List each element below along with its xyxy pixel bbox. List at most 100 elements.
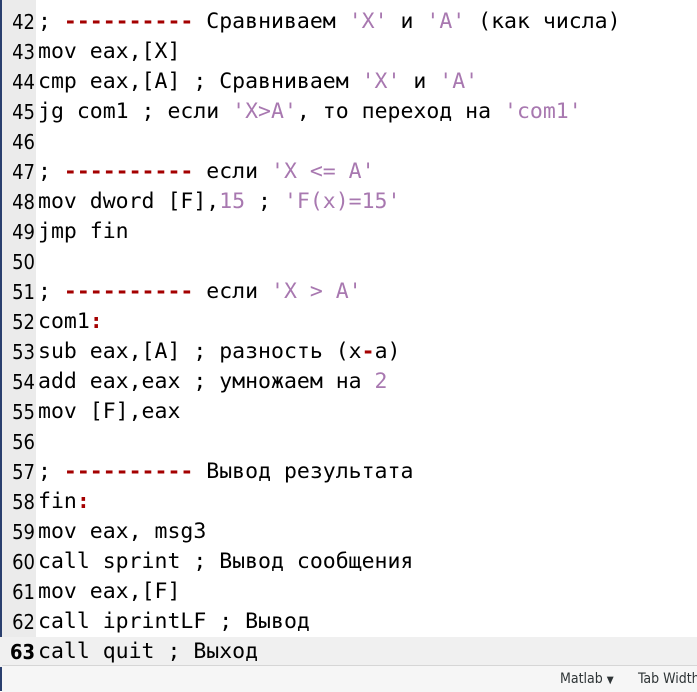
code-token: com1 xyxy=(38,309,90,334)
code-text: ; ---------- если 'X > A' xyxy=(38,277,362,307)
code-line[interactable]: 42; ---------- Сравниваем 'X' и 'A' (как… xyxy=(0,7,697,37)
line-number: 44 xyxy=(12,70,35,94)
code-token: call iprintLF ; Вывод xyxy=(38,609,310,634)
code-line[interactable]: 54 add eax,eax ; умножаем на 2 xyxy=(0,367,697,397)
code-line[interactable]: 50 xyxy=(0,247,697,277)
code-line[interactable]: 45 jg com1 ; если 'X>A', то переход на 'c… xyxy=(0,97,697,127)
code-token: a) xyxy=(374,339,401,364)
code-token: и xyxy=(400,69,440,94)
code-text: com1: xyxy=(38,307,103,337)
string-token: 'X' xyxy=(361,69,401,94)
line-number: 42 xyxy=(12,10,35,34)
code-text: ; ---------- если 'X <= A' xyxy=(38,157,375,187)
code-token: mov eax,[F] xyxy=(38,579,181,604)
code-token: Вывод результата xyxy=(193,459,414,484)
string-token: 'X > A' xyxy=(271,279,362,304)
code-text: jmp fin xyxy=(38,217,129,247)
code-text: ; ---------- Сравниваем 'X' и 'A' (как ч… xyxy=(38,7,621,37)
line-number: 58 xyxy=(12,490,35,514)
language-selector[interactable]: Matlab ▼ xyxy=(560,671,614,687)
line-number: 63 xyxy=(9,640,35,664)
operator-token: ---------- xyxy=(63,159,194,184)
code-token: cmp eax,[A] ; Сравниваем xyxy=(38,69,362,94)
code-line[interactable]: 55 mov [F],eax xyxy=(0,397,697,427)
code-token: call sprint ; Вывод сообщения xyxy=(38,549,414,574)
triangle-down-icon: ▼ xyxy=(606,675,614,686)
operator-token: - xyxy=(361,339,375,364)
code-token: ; xyxy=(245,189,284,214)
code-token: Сравниваем xyxy=(193,9,349,34)
code-line[interactable]: 60 call sprint ; Вывод сообщения xyxy=(0,547,697,577)
string-token: 2 xyxy=(374,369,388,394)
code-token: ; xyxy=(38,279,64,304)
code-text: ; ---------- Вывод результата xyxy=(38,457,413,487)
code-text: cmp eax,[A] ; Сравниваем 'X' и 'A' xyxy=(38,67,478,97)
code-token: если xyxy=(193,279,272,304)
code-line[interactable]: 57; ---------- Вывод результата xyxy=(0,457,697,487)
code-line[interactable]: 62 call iprintLF ; Вывод xyxy=(0,607,697,637)
line-number: 57 xyxy=(12,460,35,484)
code-text: mov dword [F],15 ; 'F(x)=15' xyxy=(38,187,400,217)
line-number: 51 xyxy=(12,280,35,304)
code-line[interactable]: 63 call quit ; Выход xyxy=(0,637,697,667)
code-token: , то переход на xyxy=(296,99,505,124)
code-line[interactable]: 43 mov eax,[X] xyxy=(0,37,697,67)
code-line[interactable]: 52 com1: xyxy=(0,307,697,337)
code-line[interactable]: 46 xyxy=(0,127,697,157)
line-number: 53 xyxy=(12,340,35,364)
code-line[interactable]: 61 mov eax,[F] xyxy=(0,577,697,607)
code-token: mov dword [F], xyxy=(38,189,220,214)
code-line[interactable]: 51; ---------- если 'X > A' xyxy=(0,277,697,307)
code-line[interactable]: 44 cmp eax,[A] ; Сравниваем 'X' и 'A' xyxy=(0,67,697,97)
string-token: 'com1' xyxy=(504,99,582,124)
code-token: call quit ; Выход xyxy=(38,639,259,664)
code-text: mov eax,[X] xyxy=(38,37,180,67)
code-token: mov eax, msg3 xyxy=(38,519,207,544)
line-number: 48 xyxy=(12,190,35,214)
string-token: 'X <= A' xyxy=(271,159,375,184)
code-line[interactable]: 59 mov eax, msg3 xyxy=(0,517,697,547)
code-text: mov eax, msg3 xyxy=(38,517,206,547)
code-text: jg com1 ; если 'X>A', то переход на 'com… xyxy=(38,97,582,127)
line-number: 49 xyxy=(12,220,35,244)
code-line[interactable]: 48 mov dword [F],15 ; 'F(x)=15' xyxy=(0,187,697,217)
line-number: 61 xyxy=(12,580,35,604)
line-number: 56 xyxy=(12,430,35,454)
line-number: 46 xyxy=(12,130,35,154)
code-text: call sprint ; Вывод сообщения xyxy=(38,547,413,577)
code-token: если xyxy=(193,159,272,184)
string-token: 'X>A' xyxy=(232,99,297,124)
code-token: ; xyxy=(38,159,64,184)
code-text: mov [F],eax xyxy=(38,397,180,427)
code-token: mov eax,[X] xyxy=(38,39,181,64)
tab-width-selector[interactable]: Tab Width xyxy=(638,671,697,687)
code-text: fin: xyxy=(38,487,90,517)
code-text: add eax,eax ; умножаем на 2 xyxy=(38,367,388,397)
language-label: Matlab xyxy=(560,671,603,687)
line-number: 60 xyxy=(12,550,35,574)
string-token: 'F(x)=15' xyxy=(283,189,401,214)
line-number: 59 xyxy=(12,520,35,544)
code-token: jg com1 ; если xyxy=(38,99,233,124)
code-line[interactable]: 53 sub eax,[A] ; разность (x-a) xyxy=(0,337,697,367)
line-number: 52 xyxy=(12,310,35,334)
code-token: (как числа) xyxy=(465,9,621,34)
code-text: call quit ; Выход xyxy=(38,637,258,667)
code-token: mov [F],eax xyxy=(38,399,181,424)
operator-token: ---------- xyxy=(63,459,194,484)
code-line[interactable]: 58 fin: xyxy=(0,487,697,517)
operator-token: ---------- xyxy=(63,279,194,304)
line-number: 55 xyxy=(12,400,35,424)
code-line[interactable]: 47; ---------- если 'X <= A' xyxy=(0,157,697,187)
code-line[interactable]: 49 jmp fin xyxy=(0,217,697,247)
line-number: 43 xyxy=(12,40,35,64)
code-token: ; xyxy=(38,9,64,34)
code-line[interactable]: 56 xyxy=(0,427,697,457)
operator-token: : xyxy=(89,309,103,334)
code-text: mov eax,[F] xyxy=(38,577,180,607)
operator-token: : xyxy=(76,489,90,514)
string-token: 15 xyxy=(219,189,246,214)
code-token: и xyxy=(387,9,427,34)
line-number: 47 xyxy=(12,160,35,184)
code-editor[interactable]: 42; ---------- Сравниваем 'X' и 'A' (как… xyxy=(0,7,697,667)
